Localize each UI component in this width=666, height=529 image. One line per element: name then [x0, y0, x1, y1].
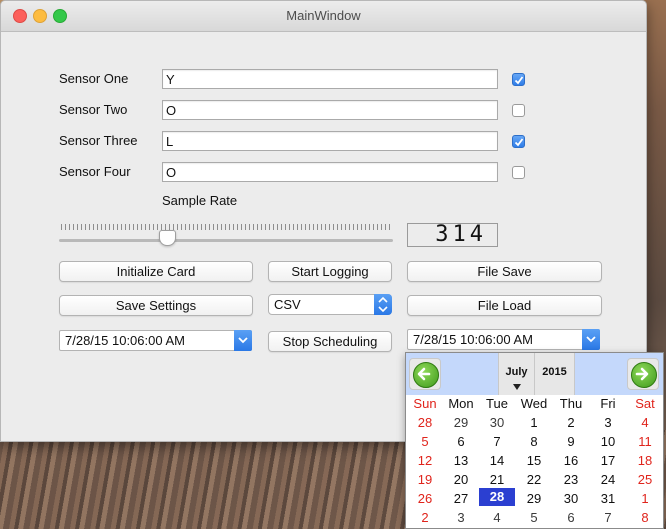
calendar-day[interactable]: 17	[590, 451, 626, 470]
calendar-day[interactable]: 26	[407, 489, 443, 508]
calendar-day[interactable]: 6	[553, 508, 589, 527]
calendar-day[interactable]: 1	[627, 489, 663, 508]
sensor-three-checkbox[interactable]	[512, 135, 525, 148]
stop-scheduling-button[interactable]: Stop Scheduling	[268, 331, 392, 352]
calendar-day[interactable]: 13	[443, 451, 479, 470]
calendar-day[interactable]: 9	[553, 432, 589, 451]
weekday-header: Sun Mon Tue Wed Thu Fri Sat	[406, 395, 663, 412]
sensor-one-field[interactable]: Y	[162, 69, 498, 89]
chevron-down-icon[interactable]	[234, 330, 252, 351]
calendar-day[interactable]: 5	[516, 508, 552, 527]
calendar-popup: July 2015 Sun Mon Tue Wed Thu Fri Sat 28…	[405, 352, 664, 529]
calendar-day[interactable]: 8	[516, 432, 552, 451]
datetime-right[interactable]: 7/28/15 10:06:00 AM	[407, 329, 600, 350]
datetime-right-value: 7/28/15 10:06:00 AM	[413, 332, 533, 347]
caret-down-icon	[513, 384, 521, 390]
calendar-header: July 2015	[406, 353, 663, 395]
calendar-day[interactable]: 20	[443, 470, 479, 489]
calendar-day[interactable]: 27	[443, 489, 479, 508]
calendar-day[interactable]: 4	[627, 413, 663, 432]
year-button[interactable]: 2015	[535, 353, 575, 395]
month-label: July	[505, 366, 528, 378]
file-save-button[interactable]: File Save	[407, 261, 602, 282]
file-load-button[interactable]: File Load	[407, 295, 602, 316]
calendar-day[interactable]: 30	[479, 413, 515, 432]
calendar-day[interactable]: 23	[553, 470, 589, 489]
sample-rate-label: Sample Rate	[162, 193, 238, 208]
calendar-day[interactable]: 29	[443, 413, 479, 432]
calendar-day[interactable]: 24	[590, 470, 626, 489]
calendar-day[interactable]: 3	[443, 508, 479, 527]
sensor-three-field[interactable]: L	[162, 131, 498, 151]
calendar-day[interactable]: 14	[479, 451, 515, 470]
sensor-four-label: Sensor Four	[59, 164, 131, 179]
weekday-label: Fri	[600, 396, 616, 411]
slider-ticks	[61, 224, 391, 230]
sensor-one-label: Sensor One	[59, 71, 129, 86]
format-select[interactable]: CSV	[268, 294, 392, 315]
calendar-day[interactable]: 7	[479, 432, 515, 451]
sensor-three-label: Sensor Three	[59, 133, 138, 148]
calendar-day[interactable]: 25	[627, 470, 663, 489]
sensor-two-label: Sensor Two	[59, 102, 128, 117]
calendar-day[interactable]: 8	[627, 508, 663, 527]
datetime-left[interactable]: 7/28/15 10:06:00 AM	[59, 330, 252, 351]
initialize-card-button[interactable]: Initialize Card	[59, 261, 253, 282]
arrow-left-icon	[413, 362, 439, 388]
sample-rate-lcd: 314	[407, 223, 498, 247]
calendar-day[interactable]: 11	[627, 432, 663, 451]
calendar-day[interactable]: 28	[407, 413, 443, 432]
calendar-day[interactable]: 12	[407, 451, 443, 470]
prev-month-button[interactable]	[409, 358, 441, 390]
calendar-day[interactable]: 2	[553, 413, 589, 432]
calendar-day[interactable]: 21	[479, 470, 515, 489]
calendar-day[interactable]: 1	[516, 413, 552, 432]
updown-chevron-icon	[374, 294, 392, 315]
calendar-day[interactable]: 28	[479, 488, 515, 506]
chevron-down-icon[interactable]	[582, 329, 600, 350]
weekday-label: Wed	[520, 396, 548, 411]
sensor-one-checkbox[interactable]	[512, 73, 525, 86]
calendar-day[interactable]: 10	[590, 432, 626, 451]
calendar-day[interactable]: 19	[407, 470, 443, 489]
calendar-day[interactable]: 29	[516, 489, 552, 508]
title-bar[interactable]: MainWindow	[1, 1, 646, 32]
calendar-day[interactable]: 31	[590, 489, 626, 508]
sensor-two-field[interactable]: O	[162, 100, 498, 120]
calendar-day[interactable]: 18	[627, 451, 663, 470]
weekday-label: Mon	[448, 396, 474, 411]
datetime-left-value: 7/28/15 10:06:00 AM	[65, 333, 185, 348]
weekday-label: Sun	[413, 396, 437, 411]
calendar-day[interactable]: 6	[443, 432, 479, 451]
calendar-day[interactable]: 22	[516, 470, 552, 489]
weekday-label: Tue	[486, 396, 508, 411]
calendar-day[interactable]: 7	[590, 508, 626, 527]
next-month-button[interactable]	[627, 358, 659, 390]
arrow-right-icon	[631, 362, 657, 388]
format-select-value: CSV	[274, 297, 301, 312]
start-logging-button[interactable]: Start Logging	[268, 261, 392, 282]
calendar-day[interactable]: 5	[407, 432, 443, 451]
calendar-day[interactable]: 2	[407, 508, 443, 527]
calendar-day[interactable]: 16	[553, 451, 589, 470]
calendar-day[interactable]: 4	[479, 508, 515, 527]
calendar-day[interactable]: 30	[553, 489, 589, 508]
sensor-four-field[interactable]: O	[162, 162, 498, 182]
slider-handle[interactable]	[159, 230, 176, 246]
weekday-label: Thu	[559, 396, 583, 411]
save-settings-button[interactable]: Save Settings	[59, 295, 253, 316]
sensor-two-checkbox[interactable]	[512, 104, 525, 117]
month-button[interactable]: July	[498, 353, 535, 395]
weekday-label: Sat	[635, 396, 655, 411]
sample-rate-slider[interactable]	[59, 239, 393, 242]
window-title: MainWindow	[286, 8, 361, 23]
calendar-day[interactable]: 15	[516, 451, 552, 470]
calendar-day[interactable]: 3	[590, 413, 626, 432]
sensor-four-checkbox[interactable]	[512, 166, 525, 179]
